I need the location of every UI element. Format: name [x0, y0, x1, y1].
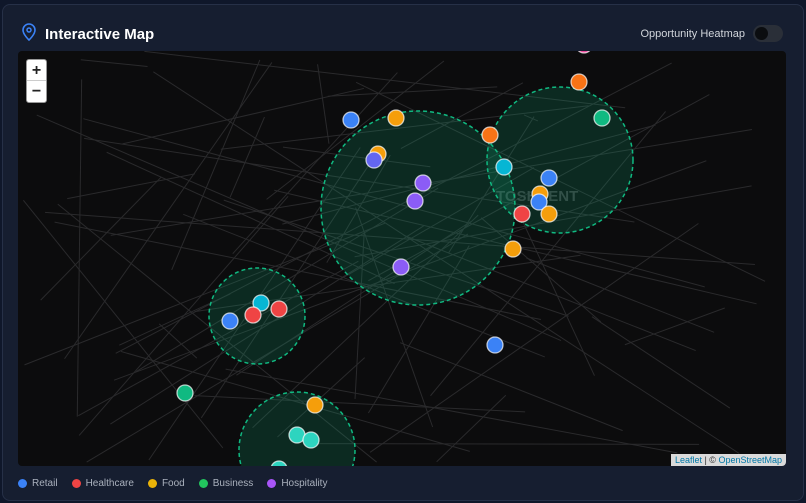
legend-dot: [198, 479, 208, 488]
road: [311, 443, 700, 445]
road: [229, 116, 265, 198]
map-marker[interactable]: [302, 431, 320, 449]
map-marker[interactable]: [486, 336, 504, 354]
road: [317, 64, 330, 144]
map-marker[interactable]: [306, 396, 324, 414]
legend-dot: [18, 479, 27, 488]
map-marker[interactable]: [406, 192, 424, 210]
road: [327, 86, 498, 97]
header: Interactive Map: [21, 23, 154, 46]
map-marker[interactable]: [540, 169, 558, 187]
legend-dot: [71, 479, 81, 488]
attribution: Leaflet | © OpenStreetMap: [670, 454, 786, 466]
map-marker[interactable]: [365, 151, 383, 169]
zoom-control: + −: [26, 59, 47, 103]
legend-label: Healthcare: [85, 478, 134, 489]
map-marker[interactable]: [576, 51, 592, 54]
map-marker[interactable]: [504, 240, 522, 258]
map-marker[interactable]: [221, 312, 239, 330]
zoom-in-button[interactable]: +: [27, 60, 46, 81]
zoom-out-button[interactable]: −: [27, 81, 46, 102]
map-marker[interactable]: [392, 258, 410, 276]
map-canvas[interactable]: TOSHKENT: [18, 51, 786, 466]
map-marker[interactable]: [270, 300, 288, 318]
map-marker[interactable]: [176, 384, 194, 402]
map-marker[interactable]: [593, 109, 611, 127]
legend-label: Food: [161, 478, 185, 489]
road: [76, 79, 83, 417]
legend-item: Food: [147, 478, 185, 489]
legend-label: Hospitality: [281, 478, 328, 489]
legend: Retail Healthcare Food Business Hospital…: [18, 478, 327, 489]
road: [436, 394, 507, 463]
legend-item: Hospitality: [267, 478, 327, 489]
legend-dot: [267, 479, 277, 488]
heatmap-label: Opportunity Heatmap: [640, 27, 745, 40]
road: [194, 395, 526, 413]
road: [22, 199, 224, 449]
map-marker[interactable]: [342, 111, 360, 129]
heatmap-control: Opportunity Heatmap: [640, 25, 783, 42]
road: [158, 323, 198, 359]
map-marker[interactable]: [481, 126, 499, 144]
map-pin-icon: [21, 23, 37, 46]
map-view[interactable]: TOSHKENT + − Leaflet | © OpenStreetMap: [18, 51, 786, 466]
attribution-separator: | ©: [701, 455, 719, 465]
page-title: Interactive Map: [45, 26, 155, 43]
legend-dot: [147, 479, 157, 488]
map-marker[interactable]: [495, 158, 513, 176]
road: [624, 307, 725, 346]
map-marker[interactable]: [570, 73, 588, 91]
legend-label: Business: [212, 478, 254, 489]
map-marker[interactable]: [387, 109, 405, 127]
legend-label: Retail: [32, 478, 58, 489]
road: [67, 173, 195, 200]
legend-item: Retail: [18, 478, 58, 489]
map-marker[interactable]: [513, 205, 531, 223]
map-marker[interactable]: [414, 174, 432, 192]
map-marker[interactable]: [540, 205, 558, 223]
road: [80, 59, 148, 68]
osm-link[interactable]: OpenStreetMap: [718, 455, 782, 465]
legend-item: Healthcare: [71, 478, 134, 489]
leaflet-link[interactable]: Leaflet: [675, 455, 702, 465]
map-marker[interactable]: [244, 306, 262, 324]
legend-item: Business: [198, 478, 254, 489]
heatmap-toggle[interactable]: [753, 25, 783, 42]
